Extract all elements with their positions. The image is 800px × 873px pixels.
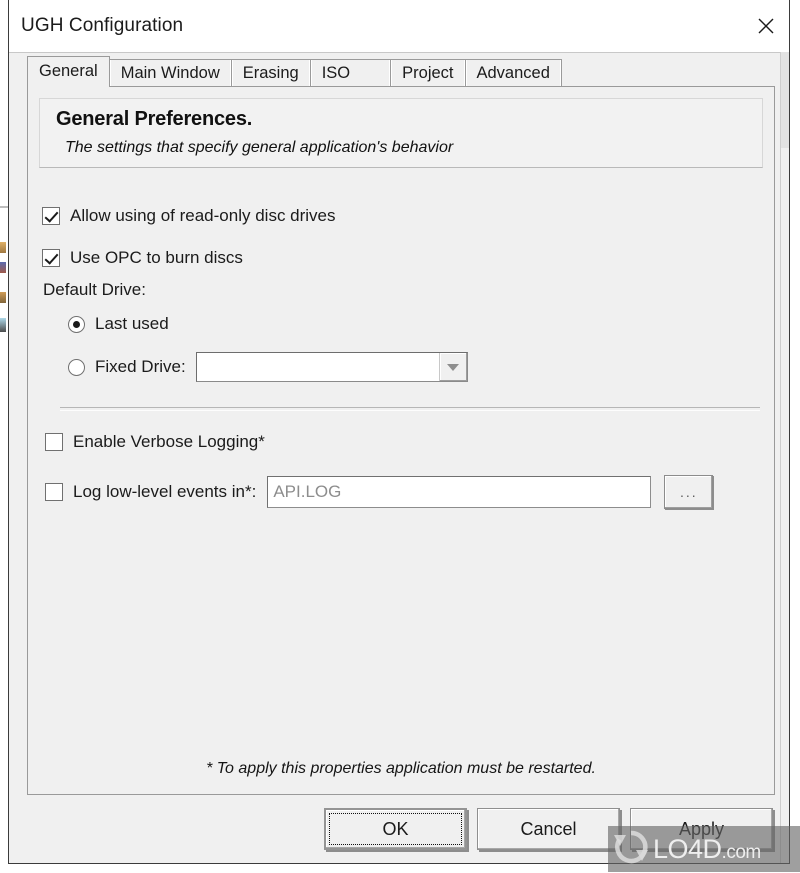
- cancel-button-label: Cancel: [520, 818, 577, 839]
- background-text-fragment: [0, 292, 6, 303]
- option-fixed-drive[interactable]: Fixed Drive:: [42, 349, 774, 385]
- label-low-level-log: Log low-level events in*:: [73, 482, 257, 501]
- section-divider: [60, 407, 760, 411]
- dialog-button-bar: OK Cancel Apply: [9, 795, 789, 863]
- option-allow-readonly[interactable]: Allow using of read-only disc drives: [42, 201, 774, 231]
- page-header-panel: General Preferences. The settings that s…: [39, 98, 763, 168]
- chevron-down-icon[interactable]: [438, 353, 467, 381]
- tab-iso[interactable]: ISO: [309, 59, 392, 87]
- ok-button[interactable]: OK: [324, 808, 467, 850]
- focus-rectangle: [329, 813, 462, 845]
- background-text-fragment: [0, 242, 6, 253]
- label-last-used: Last used: [95, 314, 169, 333]
- option-verbose-logging[interactable]: Enable Verbose Logging*: [42, 427, 774, 457]
- cancel-button[interactable]: Cancel: [477, 808, 620, 850]
- option-last-used[interactable]: Last used: [42, 309, 774, 339]
- tab-erasing[interactable]: Erasing: [230, 59, 311, 87]
- window-title: UGH Configuration: [21, 15, 184, 36]
- background-text-fragment: [0, 262, 6, 273]
- option-low-level-log[interactable]: Log low-level events in*: API.LOG ...: [42, 473, 774, 511]
- apply-button[interactable]: Apply: [630, 808, 773, 850]
- background-text-fragment: [0, 318, 6, 332]
- restart-footnote: * To apply this properties application m…: [206, 760, 596, 777]
- browse-button[interactable]: ...: [664, 475, 714, 509]
- tab-general[interactable]: General: [27, 56, 110, 87]
- radio-fixed-drive[interactable]: [68, 358, 85, 376]
- tab-advanced[interactable]: Advanced: [464, 59, 562, 87]
- checkbox-allow-readonly[interactable]: [42, 207, 60, 225]
- fixed-drive-combobox[interactable]: [195, 352, 468, 382]
- checkbox-use-opc[interactable]: [42, 249, 60, 267]
- title-bar: UGH Configuration: [9, 0, 789, 53]
- tab-page-general: General Preferences. The settings that s…: [27, 86, 775, 795]
- page-title: General Preferences.: [56, 108, 253, 130]
- close-icon[interactable]: [743, 0, 789, 51]
- label-verbose-logging: Enable Verbose Logging*: [73, 432, 265, 451]
- ugh-configuration-dialog: UGH Configuration General Main Window Er…: [8, 0, 790, 864]
- label-fixed-drive: Fixed Drive:: [95, 357, 186, 376]
- checkbox-verbose-logging[interactable]: [45, 433, 63, 451]
- radio-last-used[interactable]: [68, 315, 85, 333]
- scrollbar-thumb[interactable]: [781, 52, 789, 148]
- label-allow-readonly: Allow using of read-only disc drives: [70, 206, 336, 225]
- option-use-opc[interactable]: Use OPC to burn discs: [42, 243, 774, 273]
- label-use-opc: Use OPC to burn discs: [70, 248, 243, 267]
- fixed-drive-value: [197, 353, 439, 381]
- options-area: Allow using of read-only disc drives Use…: [28, 168, 774, 794]
- default-drive-group-label: Default Drive:: [42, 277, 774, 303]
- apply-button-label: Apply: [678, 818, 725, 839]
- window-right-gutter[interactable]: [780, 52, 789, 863]
- tab-main-window[interactable]: Main Window: [108, 59, 232, 87]
- page-subtitle: The settings that specify general applic…: [65, 139, 454, 156]
- checkbox-low-level-log[interactable]: [45, 483, 63, 501]
- tab-strip: General Main Window Erasing ISO Project …: [9, 53, 789, 87]
- label-default-drive: Default Drive:: [43, 280, 146, 299]
- background-line: [0, 206, 8, 208]
- tab-project[interactable]: Project: [390, 59, 466, 87]
- log-path-input[interactable]: API.LOG: [267, 476, 652, 508]
